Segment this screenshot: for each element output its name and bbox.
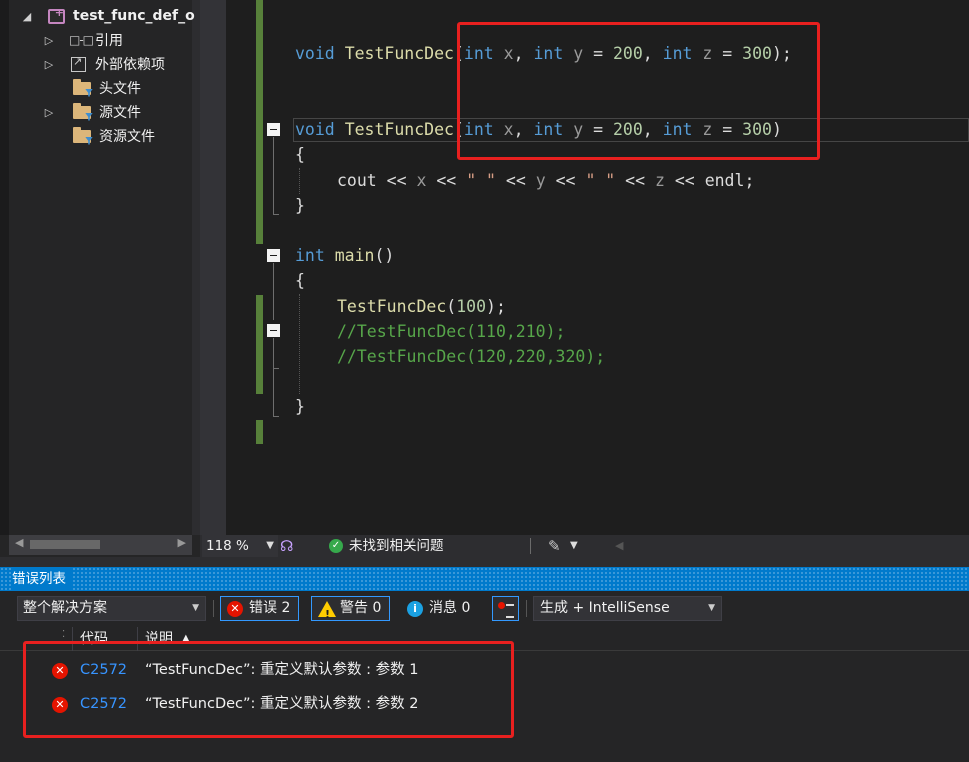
- collapse-region-icon[interactable]: [267, 123, 280, 136]
- external-deps-icon: [71, 55, 86, 72]
- editor-status-strip: 118 % ▼ ☊ ✓ 未找到相关问题 ✎ ▼ ◀: [200, 535, 969, 557]
- outline-line: [273, 137, 274, 215]
- scroll-left-icon[interactable]: ◀: [615, 535, 623, 557]
- explorer-horizontal-scrollbar[interactable]: ◀ ▶: [9, 535, 192, 555]
- check-circle-icon: ✓: [329, 539, 343, 553]
- outline-line-end: [273, 416, 279, 417]
- change-tracking-bar: [256, 295, 263, 394]
- code-line-open-brace[interactable]: {: [295, 268, 305, 293]
- expand-arrow-icon[interactable]: ▷: [42, 58, 56, 71]
- source-value: 生成 + IntelliSense: [540, 600, 670, 616]
- code-line-close-brace[interactable]: }: [295, 394, 305, 419]
- warnings-filter-label: 警告 0: [340, 600, 382, 616]
- collapse-region-icon[interactable]: [267, 324, 280, 337]
- scroll-right-icon[interactable]: ▶: [178, 536, 186, 549]
- chevron-down-icon[interactable]: ▼: [708, 597, 715, 620]
- code-line-close-brace[interactable]: }: [295, 193, 305, 218]
- folder-filter-icon: [73, 78, 91, 95]
- tree-item-header-files[interactable]: 头文件: [42, 76, 141, 100]
- errors-filter-button[interactable]: ✕ 错误 2: [220, 596, 300, 621]
- scroll-left-icon[interactable]: ◀: [15, 536, 23, 549]
- code-line-main[interactable]: int main(): [295, 243, 394, 268]
- folder-filter-icon: [73, 102, 91, 119]
- outline-line: [273, 338, 274, 368]
- tree-item-references[interactable]: ▷ □-□ 引用: [42, 28, 123, 52]
- code-cleanup-brush-icon[interactable]: ✎: [548, 535, 561, 557]
- code-line-call[interactable]: TestFuncDec(100);: [337, 294, 506, 319]
- editor-margin: [200, 0, 226, 535]
- tree-project-node[interactable]: ◢ test_func_def_o: [20, 4, 195, 28]
- change-tracking-bar: [256, 420, 263, 444]
- panel-title: 错误列表: [12, 567, 72, 591]
- code-line-cout[interactable]: cout << x << " " << y << " " << z << end…: [337, 168, 754, 193]
- outline-line: [273, 369, 274, 416]
- scope-dropdown[interactable]: 整个解决方案 ▼: [17, 596, 206, 621]
- error-list-title-bar[interactable]: 错误列表: [0, 567, 969, 591]
- warning-icon: [318, 601, 336, 626]
- project-name: test_func_def_o: [73, 8, 195, 24]
- tree-item-label: 资源文件: [99, 129, 155, 145]
- scope-value: 整个解决方案: [23, 600, 107, 616]
- warnings-filter-button[interactable]: 警告 0: [311, 596, 391, 626]
- indent-guide: [299, 168, 300, 194]
- panel-splitter[interactable]: [0, 557, 969, 567]
- code-line-open-brace[interactable]: {: [295, 142, 305, 167]
- zoom-dropdown[interactable]: 118 % ▼: [202, 535, 278, 557]
- explorer-left-edge: [0, 0, 9, 535]
- references-icon: □-□: [69, 33, 94, 47]
- outline-line: [273, 263, 274, 320]
- tree-item-label: 外部依赖项: [95, 57, 165, 73]
- annotation-box-errors: [23, 641, 514, 738]
- collapse-arrow-icon[interactable]: ◢: [20, 10, 34, 23]
- solution-explorer: ◢ test_func_def_o ▷ □-□ 引用 ▷ 外部依赖项 头文件 ▷…: [0, 0, 200, 560]
- error-list-toolbar: 整个解决方案 ▼ ✕ 错误 2 警告 0 i 消息 0 生成 + Intelli…: [0, 591, 969, 626]
- tree-item-external-deps[interactable]: ▷ 外部依赖项: [42, 52, 165, 76]
- collapse-region-icon[interactable]: [267, 249, 280, 262]
- change-tracking-bar: [256, 0, 263, 244]
- messages-filter-button[interactable]: i 消息 0: [398, 596, 479, 621]
- issues-status-text[interactable]: 未找到相关问题: [349, 535, 444, 557]
- explorer-splitter[interactable]: [192, 0, 200, 535]
- tree-item-label: 源文件: [99, 105, 141, 121]
- chevron-down-icon[interactable]: ▼: [192, 597, 199, 620]
- code-line-comment[interactable]: //TestFuncDec(110,210);: [337, 319, 565, 344]
- tree-item-resource-files[interactable]: 资源文件: [42, 124, 155, 148]
- expand-arrow-icon[interactable]: ▷: [42, 106, 56, 119]
- outline-line-end: [273, 214, 279, 215]
- error-icon: ✕: [227, 601, 243, 617]
- code-health-icon[interactable]: ☊: [280, 535, 293, 557]
- tree-item-source-files[interactable]: ▷ 源文件: [42, 100, 141, 124]
- annotation-box-code: [457, 22, 820, 160]
- separator: [530, 538, 531, 554]
- folder-filter-icon: [73, 126, 91, 143]
- build-filter-icon[interactable]: [492, 596, 519, 621]
- cpp-project-icon: [48, 6, 65, 24]
- errors-filter-label: 错误 2: [249, 600, 291, 616]
- messages-filter-label: 消息 0: [429, 600, 471, 616]
- tree-item-label: 引用: [95, 33, 123, 49]
- chevron-down-icon[interactable]: ▼: [570, 535, 578, 557]
- tree-item-label: 头文件: [99, 81, 141, 97]
- scrollbar-thumb[interactable]: [30, 540, 100, 549]
- info-icon: i: [407, 601, 423, 617]
- separator: [213, 600, 214, 617]
- expand-arrow-icon[interactable]: ▷: [42, 34, 56, 47]
- chevron-down-icon[interactable]: ▼: [266, 535, 274, 557]
- separator: [526, 600, 527, 617]
- code-line-comment[interactable]: //TestFuncDec(120,220,320);: [337, 344, 605, 369]
- zoom-level: 118 %: [206, 538, 249, 554]
- source-dropdown[interactable]: 生成 + IntelliSense ▼: [533, 596, 722, 621]
- indent-guide: [299, 294, 300, 394]
